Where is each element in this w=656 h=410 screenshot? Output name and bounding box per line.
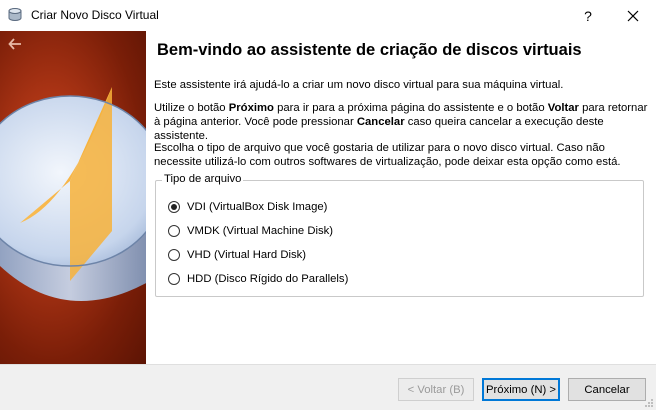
file-type-instructions: Escolha o tipo de arquivo que você gosta… — [154, 142, 621, 168]
radio-label[interactable]: VDI (VirtualBox Disk Image) — [187, 201, 327, 213]
radio-label[interactable]: VMDK (Virtual Machine Disk) — [187, 225, 333, 237]
close-icon — [627, 10, 639, 21]
navigation-instructions: Utilize o botão Próximo para ir para a p… — [154, 102, 648, 142]
radio-hdd[interactable]: HDD (Disco Rígido do Parallels) — [168, 271, 348, 287]
radio-vmdk[interactable]: VMDK (Virtual Machine Disk) — [168, 223, 333, 239]
radio-button[interactable] — [168, 201, 180, 213]
title-bar: Criar Novo Disco Virtual ? — [0, 0, 656, 31]
radio-label[interactable]: VHD (Virtual Hard Disk) — [187, 249, 306, 261]
radio-button[interactable] — [168, 225, 180, 237]
radio-button[interactable] — [168, 273, 180, 285]
window-title: Criar Novo Disco Virtual — [31, 8, 159, 22]
radio-button[interactable] — [168, 249, 180, 261]
intro-text: Este assistente irá ajudá-lo a criar um … — [154, 79, 564, 91]
radio-vdi[interactable]: VDI (VirtualBox Disk Image) — [168, 199, 327, 215]
back-button[interactable]: < Voltar (B) — [398, 378, 474, 401]
wizard-banner — [0, 31, 146, 364]
radio-label[interactable]: HDD (Disco Rígido do Parallels) — [187, 273, 348, 285]
help-button[interactable]: ? — [570, 0, 606, 31]
disk-illustration — [0, 87, 146, 301]
radio-vhd[interactable]: VHD (Virtual Hard Disk) — [168, 247, 306, 263]
file-type-group: Tipo de arquivo VDI (VirtualBox Disk Ima… — [155, 173, 644, 297]
wizard-page: Bem-vindo ao assistente de criação de di… — [146, 31, 656, 364]
cancel-button[interactable]: Cancelar — [568, 378, 646, 401]
button-bar: < Voltar (B) Próximo (N) > Cancelar — [0, 364, 656, 410]
next-button[interactable]: Próximo (N) > — [482, 378, 560, 401]
page-title: Bem-vindo ao assistente de criação de di… — [157, 41, 582, 59]
close-button[interactable] — [610, 0, 656, 31]
file-type-legend: Tipo de arquivo — [162, 173, 244, 185]
virtualbox-disk-icon — [8, 8, 22, 21]
resize-grip-icon[interactable] — [644, 398, 654, 408]
